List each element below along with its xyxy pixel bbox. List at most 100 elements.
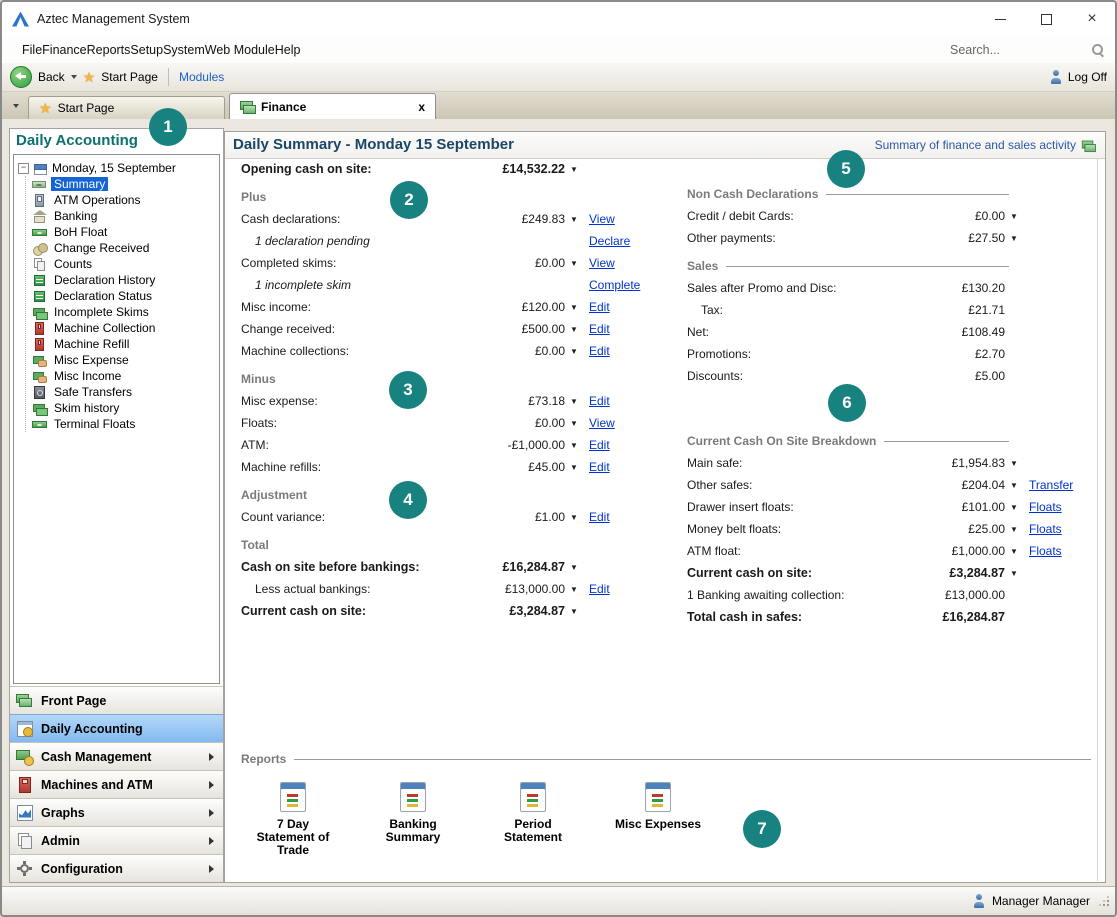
dropdown-arrow-icon[interactable]: [1005, 595, 1023, 596]
toolbar-module-icon[interactable]: [350, 68, 368, 86]
tab-close-icon[interactable]: x: [418, 100, 425, 114]
report-item[interactable]: 7 Day Statement of Trade: [233, 780, 353, 857]
dropdown-arrow-icon[interactable]: ▼: [1005, 568, 1023, 578]
dropdown-arrow-icon[interactable]: ▼: [1005, 502, 1023, 512]
menu-item[interactable]: Help: [275, 43, 301, 57]
row-link[interactable]: Edit: [583, 394, 645, 408]
dropdown-arrow-icon[interactable]: ▼: [565, 418, 583, 428]
toolbar-module-icon[interactable]: [254, 68, 272, 86]
dropdown-arrow-icon[interactable]: ▼: [565, 164, 583, 174]
row-link[interactable]: Edit: [583, 300, 645, 314]
dropdown-arrow-icon[interactable]: ▼: [565, 258, 583, 268]
dropdown-arrow-icon[interactable]: [565, 241, 583, 242]
tree-item[interactable]: Terminal Floats: [32, 416, 217, 432]
dropdown-arrow-icon[interactable]: [1005, 376, 1023, 377]
menu-item[interactable]: File: [22, 43, 42, 57]
dropdown-arrow-icon[interactable]: ▼: [565, 562, 583, 572]
dropdown-arrow-icon[interactable]: ▼: [565, 606, 583, 616]
row-link[interactable]: Edit: [583, 510, 645, 524]
tree-item[interactable]: BoH Float: [32, 224, 217, 240]
tree-item[interactable]: Safe Transfers: [32, 384, 217, 400]
dropdown-arrow-icon[interactable]: ▼: [565, 440, 583, 450]
sidebar-nav-item[interactable]: Daily Accounting: [10, 714, 223, 742]
dropdown-arrow-icon[interactable]: ▼: [1005, 480, 1023, 490]
sidebar-nav-item[interactable]: Configuration: [10, 854, 223, 882]
row-link[interactable]: View: [583, 416, 645, 430]
back-dropdown-icon[interactable]: [71, 75, 77, 79]
menu-item[interactable]: System: [163, 43, 205, 57]
dropdown-arrow-icon[interactable]: [1005, 354, 1023, 355]
row-link[interactable]: Edit: [583, 460, 645, 474]
sidebar-nav-item[interactable]: Front Page: [10, 686, 223, 714]
dropdown-arrow-icon[interactable]: [565, 285, 583, 286]
row-link[interactable]: View: [583, 212, 645, 226]
tree-item[interactable]: ATM Operations: [32, 192, 217, 208]
dropdown-arrow-icon[interactable]: ▼: [565, 584, 583, 594]
row-link[interactable]: Edit: [583, 582, 645, 596]
tree-item[interactable]: Change Received: [32, 240, 217, 256]
row-link[interactable]: Transfer: [1023, 478, 1085, 492]
toolbar-module-icon[interactable]: [230, 68, 248, 86]
toolbar-module-icon[interactable]: [326, 68, 344, 86]
dropdown-arrow-icon[interactable]: [1005, 332, 1023, 333]
dropdown-arrow-icon[interactable]: ▼: [1005, 458, 1023, 468]
report-item[interactable]: Banking Summary: [353, 780, 473, 844]
tree-item[interactable]: Machine Collection: [32, 320, 217, 336]
tree-item[interactable]: Banking: [32, 208, 217, 224]
row-link[interactable]: Edit: [583, 438, 645, 452]
toolbar-module-icon[interactable]: [374, 68, 392, 86]
dropdown-arrow-icon[interactable]: ▼: [565, 396, 583, 406]
dropdown-arrow-icon[interactable]: ▼: [1005, 524, 1023, 534]
tree-item[interactable]: Incomplete Skims: [32, 304, 217, 320]
row-link[interactable]: Complete: [583, 278, 645, 292]
minimize-button[interactable]: [977, 2, 1023, 36]
search-input[interactable]: [948, 42, 1082, 58]
row-link[interactable]: Edit: [583, 344, 645, 358]
toolbar-module-icon[interactable]: [278, 68, 296, 86]
row-link[interactable]: Floats: [1023, 522, 1085, 536]
dropdown-arrow-icon[interactable]: ▼: [1005, 546, 1023, 556]
resize-grip[interactable]: [1100, 897, 1109, 906]
summary-activity-link[interactable]: Summary of finance and sales activity: [875, 132, 1095, 158]
tree-item[interactable]: Counts: [32, 256, 217, 272]
tree-item[interactable]: Misc Expense: [32, 352, 217, 368]
tree-item[interactable]: Declaration Status: [32, 288, 217, 304]
start-page-button[interactable]: Start Page: [101, 70, 158, 84]
dropdown-arrow-icon[interactable]: [1005, 617, 1023, 618]
dropdown-arrow-icon[interactable]: ▼: [565, 214, 583, 224]
dropdown-arrow-icon[interactable]: ▼: [1005, 211, 1023, 221]
dropdown-arrow-icon[interactable]: ▼: [565, 302, 583, 312]
menu-item[interactable]: Reports: [87, 43, 131, 57]
dropdown-arrow-icon[interactable]: ▼: [565, 346, 583, 356]
tree-item[interactable]: Misc Income: [32, 368, 217, 384]
dropdown-arrow-icon[interactable]: [1005, 288, 1023, 289]
row-link[interactable]: Floats: [1023, 544, 1085, 558]
back-button[interactable]: Back: [38, 70, 65, 84]
tab-finance[interactable]: Finance x: [229, 93, 436, 119]
tab-start-page[interactable]: ★ Start Page: [28, 96, 225, 119]
menu-item[interactable]: Finance: [42, 43, 86, 57]
search-box[interactable]: [948, 42, 1105, 58]
tree-item[interactable]: Skim history: [32, 400, 217, 416]
report-item[interactable]: Period Statement: [473, 780, 593, 844]
tree-item[interactable]: Machine Refill: [32, 336, 217, 352]
tab-list-dropdown[interactable]: [8, 96, 24, 116]
tree-root[interactable]: Monday, 15 September: [18, 160, 217, 176]
dropdown-arrow-icon[interactable]: ▼: [565, 324, 583, 334]
search-icon[interactable]: [1090, 42, 1105, 57]
tree-expander-icon[interactable]: [18, 163, 29, 174]
tree-item[interactable]: Summary: [32, 176, 217, 192]
sidebar-nav-item[interactable]: Cash Management: [10, 742, 223, 770]
sidebar-nav-item[interactable]: Machines and ATM: [10, 770, 223, 798]
back-icon[interactable]: [10, 66, 32, 88]
menu-item[interactable]: Setup: [130, 43, 163, 57]
dropdown-arrow-icon[interactable]: [1005, 310, 1023, 311]
logoff-button[interactable]: Log Off: [1049, 70, 1107, 84]
row-link[interactable]: Declare: [583, 234, 645, 248]
dropdown-arrow-icon[interactable]: ▼: [565, 512, 583, 522]
row-link[interactable]: View: [583, 256, 645, 270]
close-button[interactable]: ×: [1069, 2, 1115, 36]
row-link[interactable]: Floats: [1023, 500, 1085, 514]
dropdown-arrow-icon[interactable]: ▼: [565, 462, 583, 472]
maximize-button[interactable]: [1023, 2, 1069, 36]
